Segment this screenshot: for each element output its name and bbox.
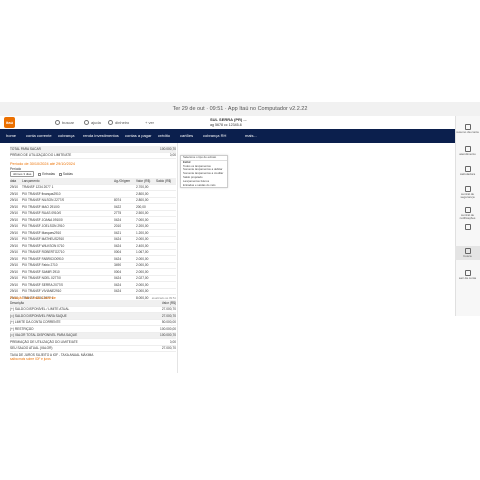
checkbox-icon: [38, 172, 42, 176]
nav-item-mais[interactable]: mais...: [245, 133, 257, 138]
nav-item-cartoes[interactable]: cartões: [180, 133, 193, 138]
statement-table: data Lançamento Ag./Origem Valor (R$) Sa…: [10, 178, 176, 302]
period-section: Período de 30/10/2024 até 29/10/2024 Per…: [10, 162, 176, 177]
period-select[interactable]: últimos 3 dias: [10, 171, 35, 177]
sidebar-item-atendimento[interactable]: atendimento: [455, 146, 480, 156]
premium-label: PRÊMIO DE UTILIZAÇÃO DO LIMITE/ATE: [10, 153, 72, 158]
itau-logo[interactable]: itaú: [4, 117, 15, 128]
position-updated: atualizado às 09:51: [151, 296, 176, 300]
column-divider: [177, 143, 178, 373]
help-icon: [84, 120, 89, 125]
sidebar-item-seguranca-2[interactable]: [455, 224, 480, 231]
nav-item-investimentos[interactable]: renda investimentos: [83, 133, 119, 138]
premium-value: 0,00: [169, 153, 176, 158]
sidebar-item-resumo[interactable]: resumo da conta: [455, 124, 480, 134]
money-button[interactable]: dinheiro: [108, 120, 129, 125]
menu-item[interactable]: Entradas e saídas do mês: [181, 183, 227, 188]
sidebar-item-seguranca[interactable]: central de segurança: [455, 186, 480, 200]
rate-note-link[interactable]: saiba mais sobre IOF e juros: [10, 357, 176, 361]
more-button[interactable]: + ver: [145, 120, 154, 125]
money-label: dinheiro: [115, 120, 130, 125]
sidebar-item-sair[interactable]: sair da conta: [455, 270, 480, 280]
nav-item-conta-corrente[interactable]: conta corrente: [26, 133, 52, 138]
money-icon: [108, 120, 113, 125]
user-account: ag 5678 cc 12345-6: [210, 123, 242, 127]
sidebar-item-notificacoes[interactable]: central de notificações: [455, 207, 480, 221]
user-account-block[interactable]: SUL SERRA (PR) ... ag 5678 cc 12345-6: [210, 117, 247, 128]
more-label: + ver: [145, 120, 155, 125]
help-button[interactable]: ajuda: [84, 120, 101, 125]
search-button[interactable]: buscar: [55, 120, 74, 125]
balance-summary: TOTAL PARA SACAR 100.000,70 PRÊMIO DE UTI…: [10, 146, 176, 159]
saidas-option[interactable]: Saídas: [59, 172, 73, 176]
user-name: SUL SERRA (PR) ...: [210, 117, 247, 122]
position-row: SEU SALDO ATUAL (VALOR) 27.000,70: [10, 346, 176, 352]
sidebar-item-calculadora[interactable]: calculadora: [455, 166, 480, 176]
help-label: ajuda: [91, 120, 101, 125]
nav-item-contas-a-pagar[interactable]: contas a pagar: [125, 133, 151, 138]
window-titlebar: Ter 29 de out · 09:51 · App Itaú no Comp…: [0, 102, 480, 117]
nav-item-cobranca-rh[interactable]: cobrança RH: [203, 133, 226, 138]
extract-type-menu: Selecione o tipo de extrato Exibir Todos…: [180, 155, 228, 189]
nav-item-home[interactable]: home: [6, 133, 16, 138]
search-label: buscar: [62, 120, 75, 125]
sidebar-item-busca[interactable]: busca: [455, 246, 480, 261]
shield-icon: [464, 224, 471, 230]
rate-note: TAXA DE JUROS SUJEITO A IOF - TAXA ANUAL…: [10, 353, 176, 361]
position-title: Posição da Conta Corrente: [10, 296, 56, 300]
position-section: Posição da Conta Corrente atualizado às …: [10, 296, 176, 352]
total-value: 100.000,70: [160, 146, 176, 151]
search-icon: [55, 120, 60, 125]
nav-item-cobranca[interactable]: cobrança: [58, 133, 74, 138]
checkbox-icon: [59, 172, 62, 176]
nav-item-credito[interactable]: crédito: [158, 133, 170, 138]
period-title: Período de 30/10/2024 até 29/10/2024: [10, 162, 76, 166]
total-label: TOTAL PARA SACAR: [10, 146, 41, 151]
entradas-option[interactable]: Entradas: [38, 172, 55, 176]
